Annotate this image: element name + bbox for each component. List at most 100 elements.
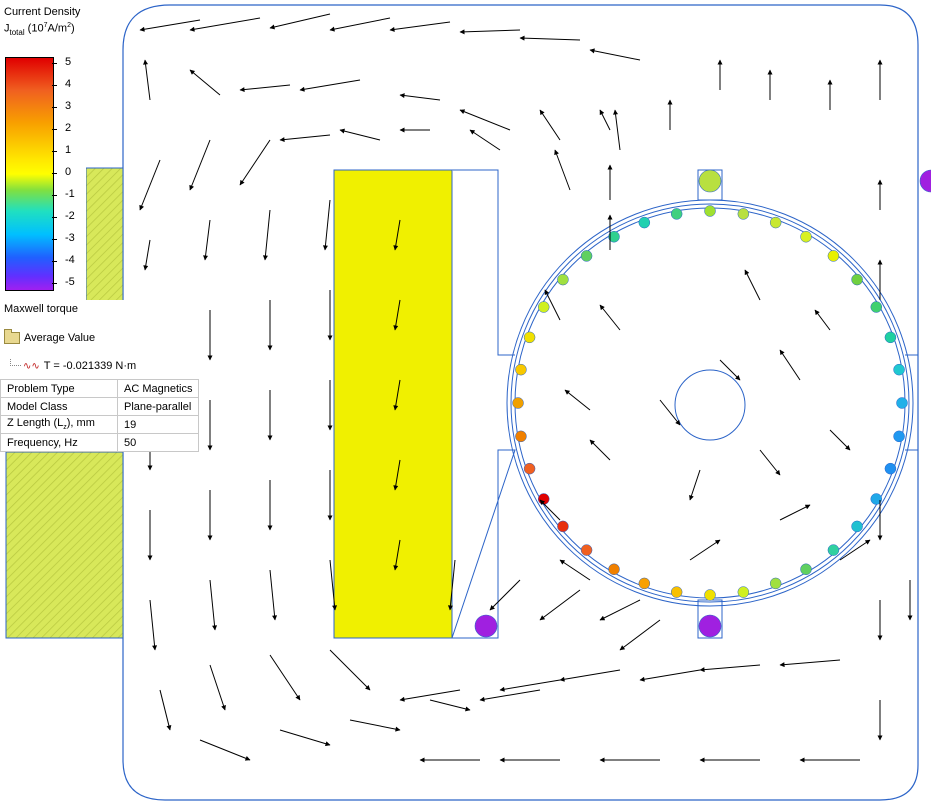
conductor-left-bottom xyxy=(474,614,498,638)
inner-channel xyxy=(451,169,516,639)
colorbar-tick-mark xyxy=(52,217,57,218)
flux-arrow xyxy=(479,689,541,702)
colorbar-tick-label: -4 xyxy=(65,254,75,266)
flux-arrow xyxy=(269,654,301,701)
average-value-node[interactable]: Average Value xyxy=(4,329,96,344)
rotor-bar xyxy=(704,205,716,217)
colorbar-tick-mark xyxy=(52,283,57,284)
stator-ring-outer xyxy=(506,199,914,607)
conductor-right-edge xyxy=(919,169,931,193)
colorbar-tick-label: 3 xyxy=(65,100,72,112)
colorbar-tick-mark xyxy=(52,129,57,130)
center-coil xyxy=(333,169,453,639)
rotor-bar xyxy=(580,250,593,262)
flux-arrow xyxy=(659,399,681,426)
properties-table: Problem Type AC Magnetics Model Class Plane… xyxy=(0,379,200,452)
rotor-bar xyxy=(638,577,651,590)
colorbar-tick-label: 1 xyxy=(65,144,72,156)
rotor-bar xyxy=(893,363,905,376)
rotor-bar xyxy=(893,430,905,443)
rotor-bar xyxy=(515,363,527,376)
flux-arrow xyxy=(699,664,761,673)
legend-quantity: Jtotal (107A/m2) xyxy=(4,22,75,37)
rotor-bar xyxy=(870,301,883,313)
rotor-bar xyxy=(737,586,750,598)
rotor-bar xyxy=(512,397,524,409)
colorbar-tick-mark xyxy=(52,85,57,86)
flux-arrow xyxy=(639,669,701,682)
flux-arrow xyxy=(719,359,741,381)
legend-panel: Current Density Jtotal (107A/m2) 5 4 3 2 1 0 -… xyxy=(0,0,86,300)
property-row: Model Class Plane-parallel xyxy=(0,397,200,416)
flux-arrow xyxy=(279,134,331,143)
property-row: Z Length (Lz), mm 19 xyxy=(0,415,200,434)
colorbar-tick-label: -1 xyxy=(65,188,75,200)
property-value: 19 xyxy=(116,415,200,434)
flux-arrow xyxy=(779,504,811,521)
property-key: Frequency, Hz xyxy=(0,433,118,452)
flux-arrow xyxy=(239,139,271,186)
rotor-bar xyxy=(769,577,782,590)
flux-arrow xyxy=(554,149,571,191)
colorbar-tick-mark xyxy=(52,173,57,174)
flux-arrow xyxy=(619,619,661,651)
flux-arrow xyxy=(269,569,278,621)
rotor-bar xyxy=(800,563,812,576)
rotor-bar xyxy=(827,250,840,262)
flux-arrow xyxy=(539,499,561,521)
flux-arrow xyxy=(269,13,331,30)
property-value: AC Magnetics xyxy=(116,379,200,398)
flux-arrow xyxy=(564,389,591,411)
rotor-bar xyxy=(670,586,683,598)
flux-arrow xyxy=(599,109,611,131)
flux-arrow xyxy=(399,689,461,702)
flux-arrow xyxy=(744,269,761,301)
flux-arrow xyxy=(499,679,561,692)
property-value: 50 xyxy=(116,433,200,452)
rotor-bar xyxy=(827,544,840,556)
flux-arrow xyxy=(299,79,361,92)
flux-arrow xyxy=(589,439,611,461)
flux-arrow xyxy=(689,539,721,561)
tree-connector xyxy=(10,358,21,366)
flux-arrow xyxy=(599,599,641,621)
flux-arrow xyxy=(329,17,391,32)
shaft xyxy=(674,369,746,441)
flux-arrow xyxy=(203,219,211,261)
flux-arrow xyxy=(779,349,801,381)
flux-arrow xyxy=(539,109,561,141)
flux-arrow xyxy=(689,469,701,501)
rotor-bar xyxy=(800,230,812,243)
rotor-bar xyxy=(557,273,569,286)
colorbar-tick-mark xyxy=(52,63,57,64)
flux-arrow xyxy=(814,309,831,331)
rotor-bar xyxy=(884,331,897,344)
flux-arrow xyxy=(519,35,581,41)
flux-arrow xyxy=(459,109,511,131)
torque-value: T = -0.021339 N·m xyxy=(43,360,137,372)
flux-arrow xyxy=(143,239,151,271)
flux-arrow xyxy=(399,93,441,101)
flux-arrow xyxy=(139,19,201,32)
flux-arrow xyxy=(209,664,226,711)
flux-arrow xyxy=(189,17,261,32)
rotor-bar xyxy=(896,397,908,409)
colorbar xyxy=(5,57,54,291)
flux-arrow xyxy=(262,209,271,261)
average-value-label: Average Value xyxy=(24,332,96,344)
rotor-bar xyxy=(737,208,750,220)
rotor-bar xyxy=(769,216,782,229)
property-row: Frequency, Hz 50 xyxy=(0,433,200,452)
legend-title: Current Density xyxy=(4,6,81,18)
torque-value-node[interactable]: ∿∿ T = -0.021339 N·m xyxy=(10,358,137,372)
torque-panel: Maxwell torque Average Value ∿∿ T = -0.0… xyxy=(0,300,200,380)
stator-ring-mid xyxy=(510,203,910,603)
colorbar-tick-label: -2 xyxy=(65,210,75,222)
wave-icon: ∿∿ xyxy=(23,360,40,372)
colorbar-tick-mark xyxy=(52,151,57,152)
flux-arrow xyxy=(339,128,381,141)
flux-arrow xyxy=(469,129,501,151)
flux-arrow xyxy=(209,579,218,631)
flux-arrow xyxy=(189,139,211,191)
flux-arrow xyxy=(139,159,161,211)
